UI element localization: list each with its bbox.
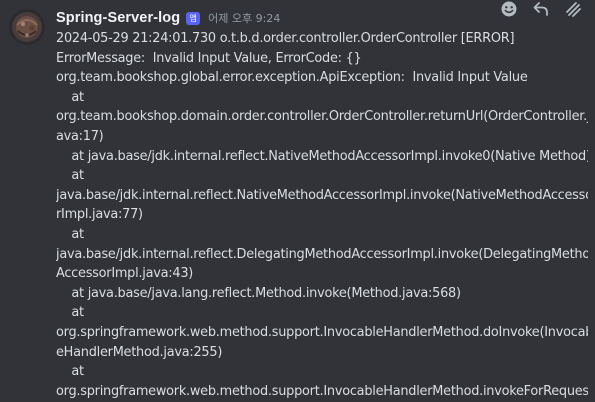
log-line: 2024-05-29 21:24:01.730 o.t.b.d.order.co… (56, 31, 515, 46)
log-line: at (56, 364, 84, 380)
log-line: org.team.bookshop.domain.order.controlle… (56, 109, 588, 125)
log-line: java.base/jdk.internal.reflect.NativeMet… (56, 187, 588, 203)
author-avatar[interactable] (9, 9, 45, 45)
message-header: Spring-Server-log 앱 어제 오후 9:24 (56, 8, 280, 28)
more-options-icon (566, 2, 581, 17)
author-name[interactable]: Spring-Server-log (56, 10, 180, 26)
log-line: org.springframework.web.method.support.I… (56, 324, 588, 340)
log-line: ErrorMessage: Invalid Input Value, Error… (56, 50, 362, 66)
message: Spring-Server-log 앱 어제 오후 9:24 2024-05-2… (0, 0, 595, 402)
reply-button[interactable] (531, 0, 551, 18)
avatar-image (9, 9, 45, 45)
log-line: at (56, 305, 84, 321)
log-line: ava:17) (56, 128, 104, 144)
log-line: at (56, 226, 84, 242)
log-line: org.team.bookshop.global.error.exception… (56, 70, 528, 86)
log-line: rImpl.java:77) (56, 207, 143, 223)
log-line: java.base/jdk.internal.reflect.Delegatin… (56, 246, 588, 262)
log-line: at (56, 89, 84, 105)
message-timestamp[interactable]: 어제 오후 9:24 (208, 10, 280, 26)
log-line: at (56, 168, 84, 184)
reply-icon (533, 2, 548, 16)
more-options-button[interactable] (563, 0, 583, 18)
add-reaction-button[interactable] (499, 0, 519, 18)
add-reaction-icon (501, 1, 517, 17)
message-toolbar (495, 0, 587, 18)
log-line: at java.base/java.lang.reflect.Method.in… (56, 285, 461, 301)
log-line: at java.base/jdk.internal.reflect.Native… (56, 148, 588, 164)
log-line: eHandlerMethod.java:255) (56, 344, 223, 360)
log-line: org.springframework.web.method.support.I… (56, 383, 588, 399)
log-line: AccessorImpl.java:43) (56, 266, 194, 282)
app-badge: 앱 (186, 11, 201, 25)
message-content: 2024-05-29 21:24:01.730 o.t.b.d.order.co… (56, 29, 588, 401)
